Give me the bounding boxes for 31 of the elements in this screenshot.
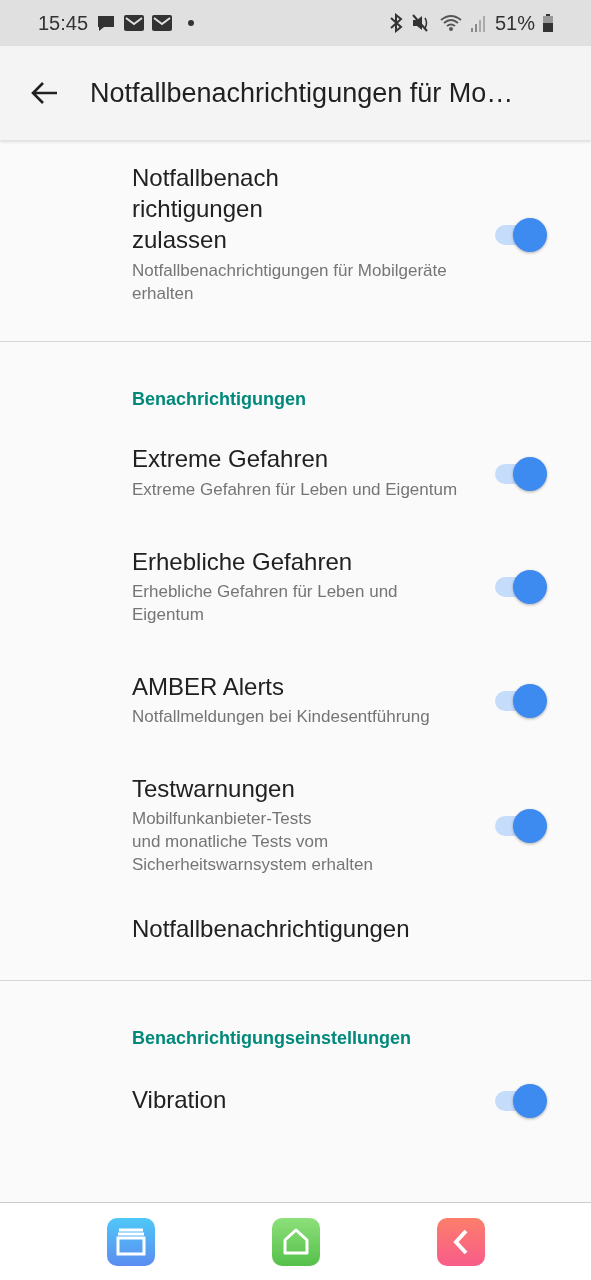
setting-title: Extreme Gefahren <box>132 444 330 475</box>
section-header: Benachrichtigungen <box>131 388 307 412</box>
setting-title: Testwarnungen <box>132 773 296 804</box>
signal-icon <box>470 14 487 32</box>
setting-description: Notfallmeldungen bei Kindesentführung <box>132 705 431 728</box>
battery-icon <box>543 14 553 32</box>
setting-description: Notfallbenachrichtigungen für Mobilgeräte erhalten <box>132 259 448 305</box>
page-title: Notfallbenachrichtigungen für Mo… <box>90 76 514 110</box>
toggle-switch[interactable] <box>493 568 547 605</box>
message-icon <box>96 13 117 33</box>
back-icon[interactable] <box>436 1217 485 1266</box>
setting-description: Mobilfunkanbieter-Tests und monatliche Tests vom Sicherheitswarnsystem erhalten <box>132 807 374 876</box>
battery-percent: 51% <box>494 11 535 36</box>
status-time: 15:45 <box>38 11 89 36</box>
setting-description: Erhebliche Gefahren für Leben und Eigentum <box>132 580 399 626</box>
setting-title: Notfallbenach richtigungen zulassen <box>132 163 280 256</box>
wifi-icon <box>438 13 463 33</box>
mail-icon <box>152 15 173 31</box>
dot-icon <box>188 20 195 26</box>
setting-description: Extreme Gefahren für Leben und Eigentum <box>132 478 459 501</box>
setting-title[interactable]: Notfallbenachrichtigungen <box>132 912 547 944</box>
setting-title: AMBER Alerts <box>132 671 286 702</box>
mail-icon <box>124 15 145 31</box>
mute-icon <box>410 13 431 33</box>
setting-title: Vibration <box>132 1085 228 1116</box>
home-icon[interactable] <box>271 1217 320 1266</box>
back-arrow-icon[interactable] <box>30 81 58 105</box>
section-header: Benachrichtigungseinstellungen <box>131 1026 413 1050</box>
bluetooth-icon <box>388 13 403 33</box>
recent-apps-icon[interactable] <box>106 1217 155 1266</box>
setting-title: Erhebliche Gefahren <box>132 546 354 577</box>
